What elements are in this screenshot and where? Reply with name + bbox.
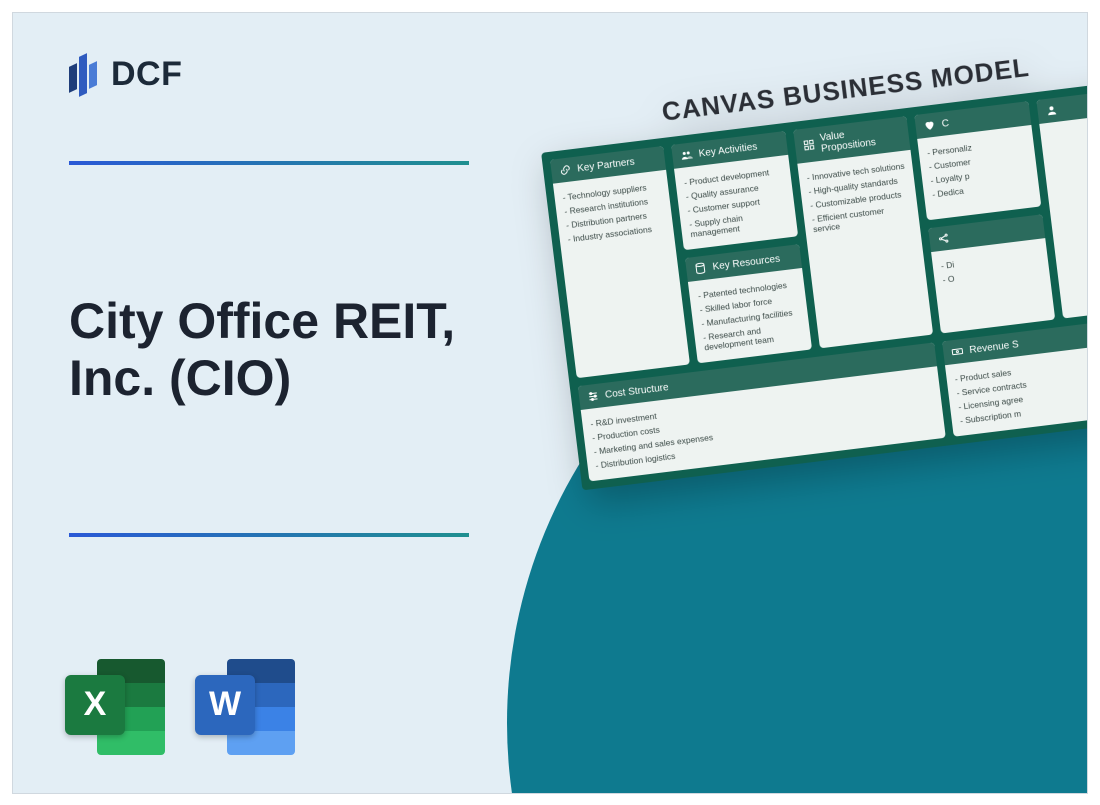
brand-logo-text: DCF (111, 55, 182, 94)
user-icon (1045, 103, 1058, 116)
excel-icon: X (65, 659, 165, 755)
file-icons-row: X W (65, 659, 295, 755)
cash-icon (951, 344, 964, 357)
sliders-icon (586, 389, 599, 402)
canvas-key-activities: Key Activities - Product development- Qu… (671, 131, 797, 250)
heart-icon (923, 118, 936, 131)
canvas-revenue-streams: Revenue S - Product sales- Service contr… (942, 312, 1088, 436)
share-icon (937, 231, 950, 244)
excel-icon-letter: X (65, 675, 125, 735)
canvas-key-partners: Key Partners - Technology suppliers- Res… (550, 145, 690, 377)
canvas-grid: Key Partners - Technology suppliers- Res… (541, 77, 1088, 490)
canvas-key-activities-title: Key Activities (698, 141, 758, 159)
page-title: City Office REIT, Inc. (CIO) (69, 293, 509, 408)
brand-logo: DCF (69, 51, 182, 99)
canvas-customer-relationships: C - Personaliz- Customer- Loyalty p- Ded… (914, 101, 1040, 220)
canvas-channels: - Di- O (928, 214, 1054, 333)
word-icon-letter: W (195, 675, 255, 735)
canvas-customer-relationships-title: C (941, 117, 950, 129)
product-card: DCF City Office REIT, Inc. (CIO) X W CAN… (12, 12, 1088, 794)
link-icon (559, 163, 572, 176)
brand-logo-mark (69, 51, 99, 99)
canvas-key-resources: Key Resources - Patented technologies- S… (685, 244, 811, 363)
canvas-preview: CANVAS BUSINESS MODEL Key Partners - Tec… (536, 36, 1088, 490)
database-icon (694, 261, 707, 274)
divider-top (69, 161, 469, 165)
word-icon: W (195, 659, 295, 755)
grid-icon (802, 138, 815, 151)
canvas-key-partners-title: Key Partners (577, 156, 636, 174)
canvas-cost-structure-title: Cost Structure (604, 381, 669, 400)
divider-bottom (69, 533, 469, 537)
users-icon (680, 148, 693, 161)
canvas-key-resources-title: Key Resources (712, 253, 781, 272)
canvas-value-propositions-title: Value Propositions (819, 123, 902, 155)
canvas-revenue-streams-title: Revenue S (969, 338, 1019, 355)
canvas-value-propositions: Value Propositions - Innovative tech sol… (793, 116, 933, 348)
